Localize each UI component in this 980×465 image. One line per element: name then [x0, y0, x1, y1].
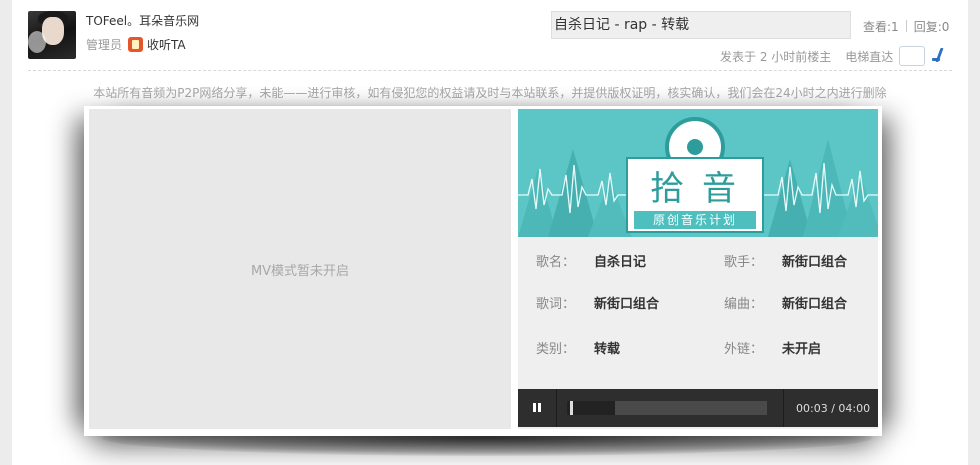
views-count: 查看:1 — [863, 20, 899, 34]
project-banner: 拾音 原创音乐计划 — [518, 109, 878, 237]
field-composer: 编曲： 新街口组合 — [724, 293, 847, 312]
field-value: 未开启 — [782, 342, 822, 357]
field-song-name: 歌名： 自杀日记 — [536, 251, 646, 270]
field-key: 类别： — [536, 342, 576, 357]
seek-area — [557, 389, 784, 427]
field-value: 新街口组合 — [782, 297, 848, 312]
mv-placeholder: MV模式暂未开启 — [250, 263, 350, 279]
project-logo: 拾音 原创音乐计划 — [626, 157, 764, 233]
time-display: 00:03 / 04:00 — [796, 401, 871, 415]
field-key: 编曲： — [724, 297, 764, 312]
logo-title: 拾音 — [650, 169, 754, 209]
elevator-label: 电梯直达 — [845, 49, 894, 64]
field-value: 新街口组合 — [594, 297, 660, 312]
elevator-input[interactable] — [899, 46, 926, 66]
logo-subtitle: 原创音乐计划 — [634, 211, 756, 229]
playhead[interactable] — [570, 401, 573, 415]
field-key: 歌手： — [724, 255, 764, 270]
author-role-line: 管理员 收听TA — [86, 36, 186, 53]
follow-link[interactable]: 收听TA — [147, 36, 186, 53]
field-value: 新街口组合 — [782, 255, 848, 270]
follow-badge-icon[interactable] — [128, 37, 144, 52]
field-key: 歌词： — [536, 297, 576, 312]
seek-bar[interactable] — [567, 401, 767, 415]
song-info-panel: 拾音 原创音乐计划 歌名： 自杀日记 歌手： 新街口组合 歌词： 新街口组合 编… — [518, 109, 878, 429]
stats-divider — [905, 20, 907, 32]
author-name[interactable]: TOFeel。耳朵音乐网 — [86, 12, 199, 29]
field-singer: 歌手： 新街口组合 — [724, 251, 847, 270]
field-lyrics: 歌词： 新街口组合 — [536, 293, 659, 312]
replies-count: 回复:0 — [913, 20, 950, 34]
divider — [28, 70, 952, 71]
field-value: 转载 — [594, 342, 621, 357]
post-stats: 查看:1 回复:0 — [863, 18, 949, 35]
posted-time: 发表于 2 小时前楼主 — [720, 49, 832, 64]
buffered-bar — [567, 401, 615, 415]
post-title: 自杀日记 - rap - 转载 — [551, 11, 851, 39]
field-key: 歌名： — [536, 255, 576, 270]
post-card: TOFeel。耳朵音乐网 管理员 收听TA 自杀日记 - rap - 转载 查看… — [12, 0, 968, 465]
field-key: 外链： — [724, 342, 764, 357]
copyright-notice: 本站所有音频为P2P网络分享，未能——进行审核，如有侵犯您的权益请及时与本站联系… — [93, 86, 887, 100]
pause-icon[interactable] — [518, 389, 557, 427]
audio-player: 00:03 / 04:00 — [518, 389, 878, 427]
role-label: 管理员 — [86, 38, 123, 52]
avatar[interactable] — [28, 11, 76, 59]
field-external-link: 外链： 未开启 — [724, 338, 821, 357]
elevator-go-icon[interactable] — [930, 48, 948, 64]
post-meta: 发表于 2 小时前楼主 电梯直达 — [720, 46, 948, 66]
field-category: 类别： 转载 — [536, 338, 620, 357]
field-value: 自杀日记 — [594, 255, 647, 270]
mv-panel: MV模式暂未开启 — [89, 109, 511, 429]
